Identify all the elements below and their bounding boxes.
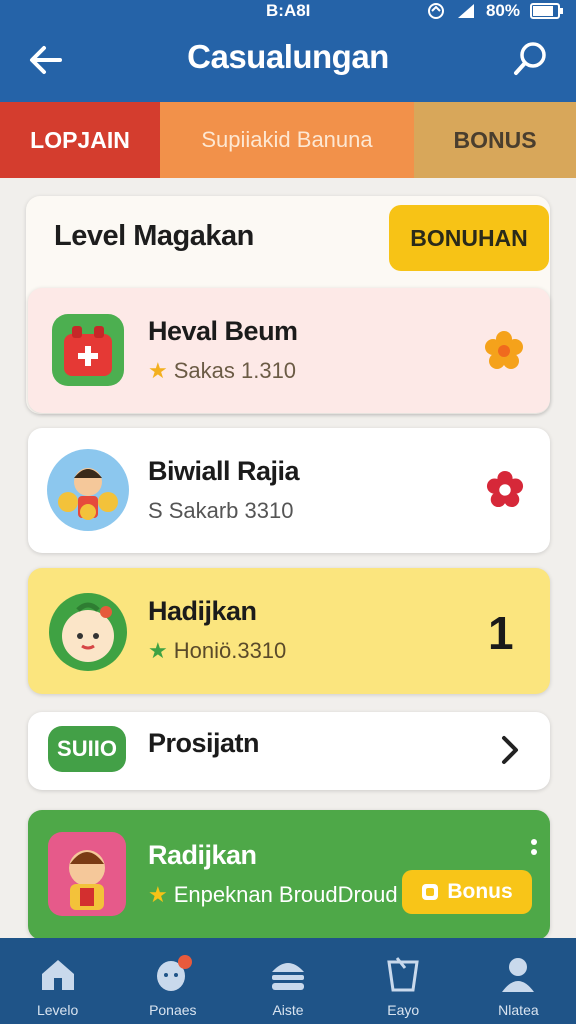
item-name: Biwiall Rajia (148, 456, 300, 486)
item-meta: S Sakarb 3310 (148, 498, 293, 524)
list-item[interactable]: SUIIO Prosijatn (28, 712, 550, 790)
item-meta: ★ Honiö.3310 (148, 638, 286, 664)
more-options-icon[interactable] (530, 838, 538, 858)
item-meta-text: Sakas 1.310 (173, 358, 297, 383)
status-bar: B:A8I 80% (0, 0, 576, 22)
profile-icon (502, 958, 535, 992)
star-icon: ★ (148, 882, 168, 907)
home-icon (41, 960, 74, 990)
chevron-right-icon[interactable] (496, 732, 524, 768)
list-item[interactable]: Hadijkan ★ Honiö.3310 1 (28, 568, 550, 694)
tab-lopjain[interactable]: LOPJAIN (0, 102, 160, 178)
flower-icon[interactable] (484, 330, 524, 370)
burger-icon (272, 963, 304, 990)
section-title: Level Magakan (54, 220, 254, 252)
status-icons: 80% (426, 1, 564, 21)
item-meta-text: Honiö.3310 (173, 638, 287, 663)
star-icon: ★ (148, 358, 168, 383)
nav-label: Ponaes (149, 1002, 197, 1018)
battery-percent: 80% (485, 1, 520, 20)
status-time: B:A8I (266, 1, 311, 20)
item-meta: ★ Sakas 1.310 (148, 358, 296, 384)
app-notification-icon (427, 3, 444, 19)
item-name: Heval Beum (148, 316, 298, 346)
category-tabs: LOPJAIN Supiiakid Banuna BONUS (0, 102, 576, 178)
nav-item-nlatea[interactable]: Nlatea (461, 938, 576, 1024)
nav-label: Eayo (387, 1002, 420, 1018)
list-item[interactable]: Radijkan ★ Enpeknan BroudDroud Bonus (28, 810, 550, 940)
search-icon[interactable] (512, 40, 550, 78)
item-meta: ★ Enpeknan BroudDroud (148, 882, 398, 908)
nav-item-ponaes[interactable]: Ponaes (115, 938, 230, 1024)
item-name: Hadijkan (148, 596, 257, 626)
face-icon (156, 955, 192, 991)
bonus-button[interactable]: Bonus (402, 870, 532, 914)
nav-item-eayo[interactable]: Eayo (346, 938, 461, 1024)
item-meta-text: Sakarb 3310 (168, 498, 294, 523)
character-avatar-icon (48, 832, 126, 916)
character-avatar-icon (47, 449, 129, 531)
gift-bag-icon (52, 314, 124, 386)
item-meta-text: Enpeknan BroudDroud (173, 882, 398, 907)
list-item[interactable]: Heval Beum ★ Sakas 1.310 (28, 288, 550, 413)
nav-label: Nlatea (498, 1002, 539, 1018)
app-bar: Casualungan (0, 22, 576, 102)
tab-supiiakid-banuna[interactable]: Supiiakid Banuna (160, 102, 414, 178)
item-name: Radijkan (148, 840, 257, 870)
item-meta-prefix: S (148, 498, 163, 523)
star-icon: ★ (148, 638, 168, 663)
list-item[interactable]: Biwiall Rajia S Sakarb 3310 (28, 428, 550, 553)
item-count: 1 (488, 607, 514, 659)
signal-icon (457, 4, 474, 18)
bottom-navigation: Levelo Ponaes Aiste Eayo Nlatea (0, 938, 576, 1024)
nav-item-levelo[interactable]: Levelo (0, 938, 115, 1024)
cup-icon (387, 957, 419, 992)
flower-icon[interactable] (486, 470, 524, 508)
bonus-icon (422, 884, 439, 900)
tab-bonus[interactable]: BONUS (414, 102, 576, 178)
nav-item-aiste[interactable]: Aiste (230, 938, 345, 1024)
battery-icon (530, 3, 563, 19)
page-title: Casualungan (187, 38, 389, 75)
bonus-button-label: Bonus (447, 880, 513, 903)
nav-label: Levelo (36, 1002, 79, 1018)
bonuhan-button[interactable]: BONUHAN (389, 205, 549, 271)
item-badge: SUIIO (48, 726, 126, 772)
nav-label: Aiste (272, 1002, 304, 1018)
dumpling-character-icon (49, 593, 127, 671)
item-name: Prosijatn (148, 728, 260, 758)
